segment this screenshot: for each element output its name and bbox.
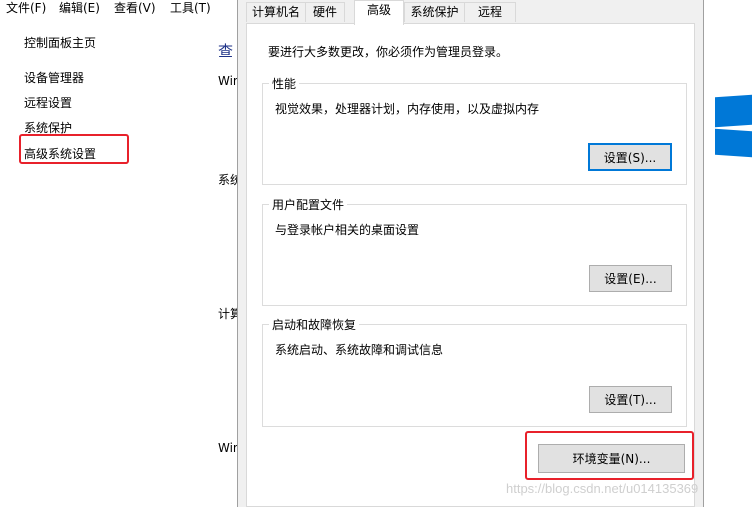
screen: 文件(F) 编辑(E) 查看(V) 工具(T) 控制面板主页 设备管理器 远程设…: [0, 0, 752, 507]
startup-recovery-title: 启动和故障恢复: [269, 316, 360, 333]
tab-strip: 计算机名 硬件 高级 系统保护 远程: [246, 0, 701, 25]
user-profiles-settings-button[interactable]: 设置(E)...: [589, 265, 672, 292]
sidebar-item-remote-settings[interactable]: 远程设置: [24, 94, 72, 111]
background-heading-fragment: 查: [218, 42, 234, 60]
performance-settings-button[interactable]: 设置(S)...: [588, 143, 672, 171]
tab-advanced[interactable]: 高级: [354, 0, 404, 25]
performance-group: 性能 视觉效果，处理器计划，内存使用，以及虚拟内存 设置(S)...: [262, 75, 687, 185]
startup-recovery-settings-button[interactable]: 设置(T)...: [589, 386, 672, 413]
menu-view[interactable]: 查看(V): [114, 0, 156, 16]
user-profiles-title: 用户配置文件: [269, 196, 348, 213]
user-profiles-group: 用户配置文件 与登录帐户相关的桌面设置 设置(E)...: [262, 196, 687, 306]
sidebar-home-link[interactable]: 控制面板主页: [24, 34, 96, 51]
user-profiles-description: 与登录帐户相关的桌面设置: [275, 223, 420, 237]
admin-notice: 要进行大多数更改，你必须作为管理员登录。: [268, 45, 509, 59]
performance-description: 视觉效果，处理器计划，内存使用，以及虚拟内存: [275, 102, 540, 116]
env-button-highlight-box: [525, 431, 694, 480]
sidebar-item-device-manager[interactable]: 设备管理器: [24, 69, 84, 86]
watermark: https://blog.csdn.net/u014135369: [506, 481, 699, 496]
tab-system-protection[interactable]: 系统保护: [404, 2, 465, 22]
tab-computer-name[interactable]: 计算机名: [246, 2, 306, 22]
menu-tools[interactable]: 工具(T): [170, 0, 211, 16]
tab-hardware[interactable]: 硬件: [305, 2, 345, 22]
sidebar-highlight-box: [19, 134, 129, 164]
menubar: 文件(F) 编辑(E) 查看(V) 工具(T): [0, 0, 240, 16]
startup-recovery-group: 启动和故障恢复 系统启动、系统故障和调试信息 设置(T)...: [262, 316, 687, 427]
menu-edit[interactable]: 编辑(E): [59, 0, 100, 16]
tab-remote[interactable]: 远程: [464, 2, 516, 22]
startup-recovery-description: 系统启动、系统故障和调试信息: [275, 343, 444, 357]
performance-title: 性能: [269, 75, 300, 92]
menu-file[interactable]: 文件(F): [6, 0, 46, 16]
